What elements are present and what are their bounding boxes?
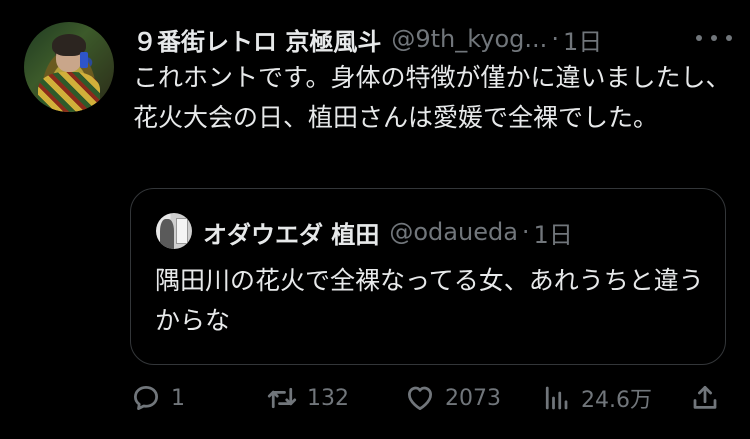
- more-dot: [711, 35, 717, 41]
- share-upload-icon: [693, 386, 717, 409]
- like-button[interactable]: 2073: [405, 378, 501, 418]
- quoted-tweet[interactable]: オダウエダ 植田 @odaueda · 1日 隅田川の花火で全裸なってる女、あれ…: [130, 188, 726, 365]
- quoted-tweet-time[interactable]: 1日: [534, 215, 573, 250]
- retweet-count: 132: [307, 385, 349, 411]
- reply-button[interactable]: 1: [131, 378, 185, 418]
- tweet-header: ９番街レトロ 京極風斗 @9th_kyog... · 1日: [133, 22, 602, 56]
- quoted-author-name[interactable]: オダウエダ 植田: [203, 215, 379, 250]
- views-count: 24.6万: [581, 388, 652, 413]
- action-bar: 1 132 2073 24.6万: [0, 378, 750, 418]
- reply-bubble-icon: [134, 386, 158, 410]
- retweet-button[interactable]: 132: [267, 378, 349, 418]
- author-name[interactable]: ９番街レトロ 京極風斗: [133, 22, 381, 57]
- retweet-arrows-icon: [267, 387, 297, 409]
- quoted-tweet-header: オダウエダ 植田 @odaueda · 1日: [203, 215, 573, 249]
- quoted-author-handle[interactable]: @odaueda: [389, 218, 518, 246]
- more-dot: [726, 35, 732, 41]
- author-handle[interactable]: @9th_kyog...: [391, 25, 547, 53]
- tweet-text: これホントです。身体の特徴が僅かに違いましたし、花火大会の日、植田さんは愛媛で全…: [133, 63, 731, 132]
- avatar-person: [160, 219, 174, 249]
- avatar-sign: [176, 218, 188, 244]
- more-dots-icon[interactable]: [696, 28, 732, 48]
- views-button[interactable]: 24.6万: [541, 378, 652, 418]
- views-bars-icon: [545, 386, 568, 410]
- more-dot: [696, 35, 702, 41]
- avatar-phone: [80, 52, 88, 68]
- share-button[interactable]: [690, 378, 720, 418]
- like-count: 2073: [445, 385, 501, 411]
- heart-icon: [408, 386, 432, 410]
- reply-count: 1: [171, 385, 185, 411]
- header-separator: ·: [551, 25, 559, 53]
- quoted-header-separator: ·: [521, 218, 530, 246]
- tweet-time[interactable]: 1日: [563, 22, 602, 57]
- avatar-jacket: [38, 72, 100, 112]
- quoted-tweet-text: 隅田川の花火で全裸なってる女、あれうちと違うからな: [155, 266, 704, 335]
- author-avatar[interactable]: [24, 22, 114, 112]
- quoted-author-avatar[interactable]: [156, 213, 192, 249]
